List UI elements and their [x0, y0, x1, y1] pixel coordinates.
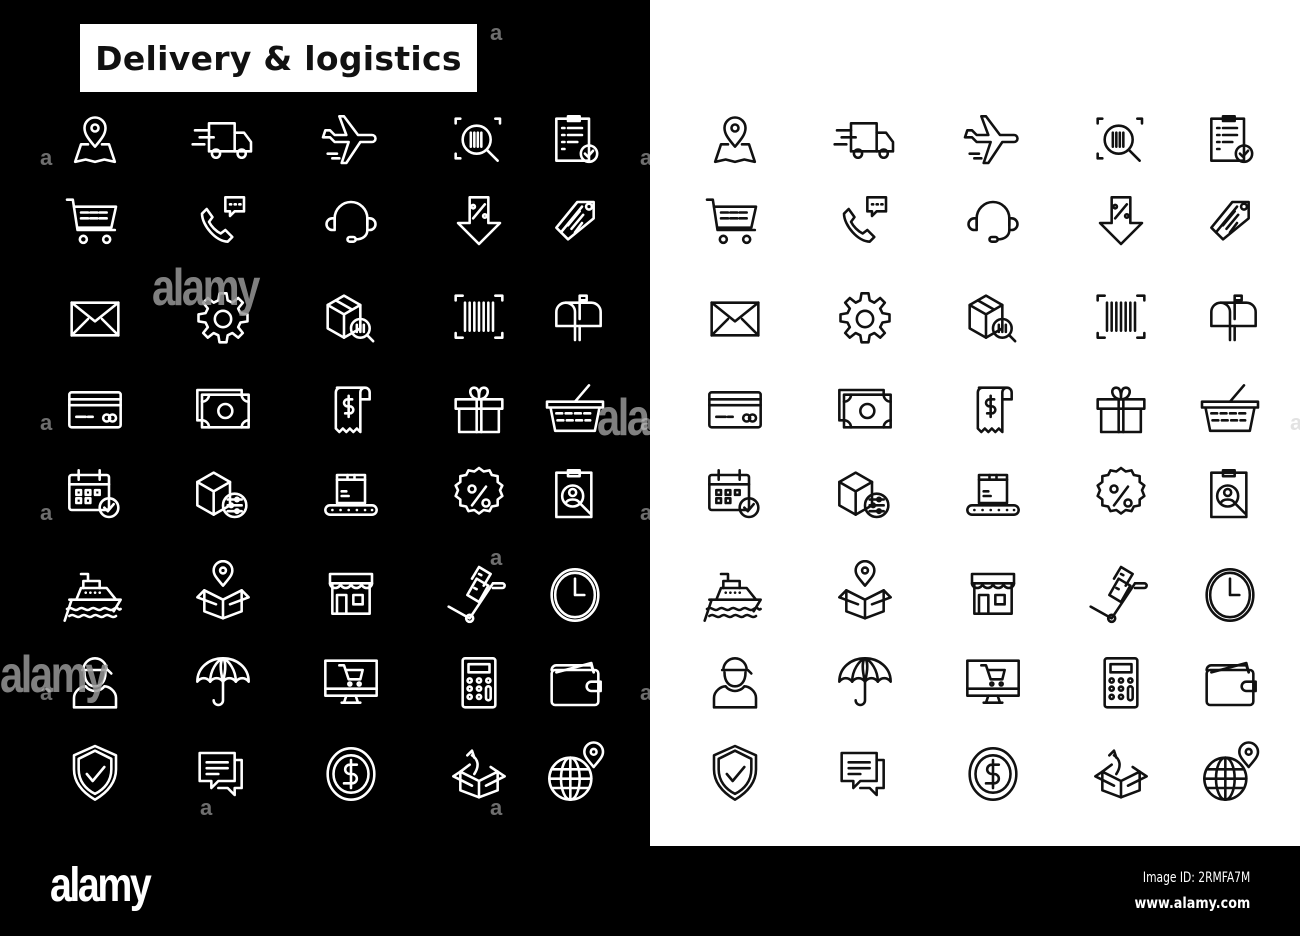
box-location-pin-icon: [830, 560, 900, 630]
hand-truck-boxes-icon: [1086, 560, 1156, 630]
gift-box-icon: [1086, 376, 1156, 446]
image-id-label: Image ID: 2RMFA7M: [1142, 870, 1250, 886]
map-location-pin-icon: [60, 107, 130, 177]
calendar-check-icon: [700, 461, 770, 531]
envelope-icon: [700, 284, 770, 354]
airplane-icon: [316, 107, 386, 177]
footer-logo: alamy: [50, 859, 152, 912]
light-icon-panel: a: [650, 0, 1300, 846]
discount-badge-icon: [1086, 461, 1156, 531]
package-settings-icon: [188, 461, 258, 531]
wall-clock-icon: [1195, 560, 1265, 630]
storefront-icon: [958, 560, 1028, 630]
page-title: Delivery & logistics: [95, 38, 462, 78]
box-return-icon: [1086, 739, 1156, 809]
delivery-truck-icon: [188, 107, 258, 177]
umbrella-icon: [188, 649, 258, 719]
package-search-icon: [958, 284, 1028, 354]
conveyor-box-icon: [958, 461, 1028, 531]
clipboard-check-icon: [1195, 107, 1265, 177]
cash-bills-icon: [188, 376, 258, 446]
dark-icon-panel: Delivery & logistics alamy alamy alamy a…: [0, 0, 705, 846]
cash-bills-icon: [830, 376, 900, 446]
gift-box-icon: [444, 376, 514, 446]
cargo-ship-icon: [60, 560, 130, 630]
barcode-scan-icon: [444, 284, 514, 354]
online-shop-monitor-icon: [316, 649, 386, 719]
mailbox-icon: [1195, 284, 1265, 354]
barcode-scan-icon: [1086, 284, 1156, 354]
credit-card-icon: [700, 376, 770, 446]
barcode-search-icon: [444, 107, 514, 177]
calendar-check-icon: [60, 461, 130, 531]
wallet-icon: [540, 649, 610, 719]
watermark-a: a: [40, 500, 53, 525]
shield-check-icon: [700, 739, 770, 809]
discount-arrow-down-icon: [1086, 188, 1156, 258]
umbrella-icon: [830, 649, 900, 719]
watermark-alamy: alamy: [0, 646, 108, 704]
shopping-basket-icon: [1195, 376, 1265, 446]
dollar-coin-icon: [316, 739, 386, 809]
phone-chat-icon: [188, 188, 258, 258]
headset-icon: [316, 188, 386, 258]
watermark-a: a: [490, 545, 503, 570]
delivery-man-icon: [700, 649, 770, 719]
barcode-search-icon: [1086, 107, 1156, 177]
chat-bubbles-icon: [830, 739, 900, 809]
envelope-icon: [60, 284, 130, 354]
watermark-a: a: [200, 795, 213, 820]
dollar-coin-icon: [958, 739, 1028, 809]
airplane-icon: [958, 107, 1028, 177]
receipt-dollar-icon: [958, 376, 1028, 446]
watermark-a: a: [40, 410, 53, 435]
credit-card-icon: [60, 376, 130, 446]
price-tags-icon: [540, 188, 610, 258]
watermark-a: a: [40, 145, 53, 170]
shopping-cart-icon: [60, 188, 130, 258]
clipboard-user-search-icon: [540, 461, 610, 531]
wall-clock-icon: [540, 560, 610, 630]
site-url: www.alamy.com: [1134, 894, 1250, 912]
discount-arrow-down-icon: [444, 188, 514, 258]
watermark-a: a: [1290, 410, 1300, 435]
footer-bar: alamy Image ID: 2RMFA7M www.alamy.com: [0, 846, 1300, 936]
hand-truck-boxes-icon: [444, 560, 514, 630]
shopping-cart-icon: [700, 188, 770, 258]
online-shop-monitor-icon: [958, 649, 1028, 719]
title-banner: Delivery & logistics: [80, 24, 477, 92]
watermark-a: a: [40, 680, 53, 705]
delivery-truck-icon: [830, 107, 900, 177]
headset-icon: [958, 188, 1028, 258]
package-settings-icon: [830, 461, 900, 531]
globe-location-icon: [540, 739, 610, 809]
map-location-pin-icon: [700, 107, 770, 177]
watermark-a: a: [490, 795, 503, 820]
gear-icon: [830, 284, 900, 354]
storefront-icon: [316, 560, 386, 630]
watermark-alamy: alamy: [152, 259, 260, 317]
wallet-icon: [1195, 649, 1265, 719]
calculator-icon: [444, 649, 514, 719]
box-location-pin-icon: [188, 560, 258, 630]
package-search-icon: [316, 284, 386, 354]
clipboard-user-search-icon: [1195, 461, 1265, 531]
globe-location-icon: [1195, 739, 1265, 809]
calculator-icon: [1086, 649, 1156, 719]
watermark-a: a: [490, 20, 503, 45]
conveyor-box-icon: [316, 461, 386, 531]
phone-chat-icon: [830, 188, 900, 258]
cargo-ship-icon: [700, 560, 770, 630]
discount-badge-icon: [444, 461, 514, 531]
price-tags-icon: [1195, 188, 1265, 258]
box-return-icon: [444, 739, 514, 809]
receipt-dollar-icon: [316, 376, 386, 446]
mailbox-icon: [540, 284, 610, 354]
shield-check-icon: [60, 739, 130, 809]
clipboard-check-icon: [540, 107, 610, 177]
chat-bubbles-icon: [188, 739, 258, 809]
